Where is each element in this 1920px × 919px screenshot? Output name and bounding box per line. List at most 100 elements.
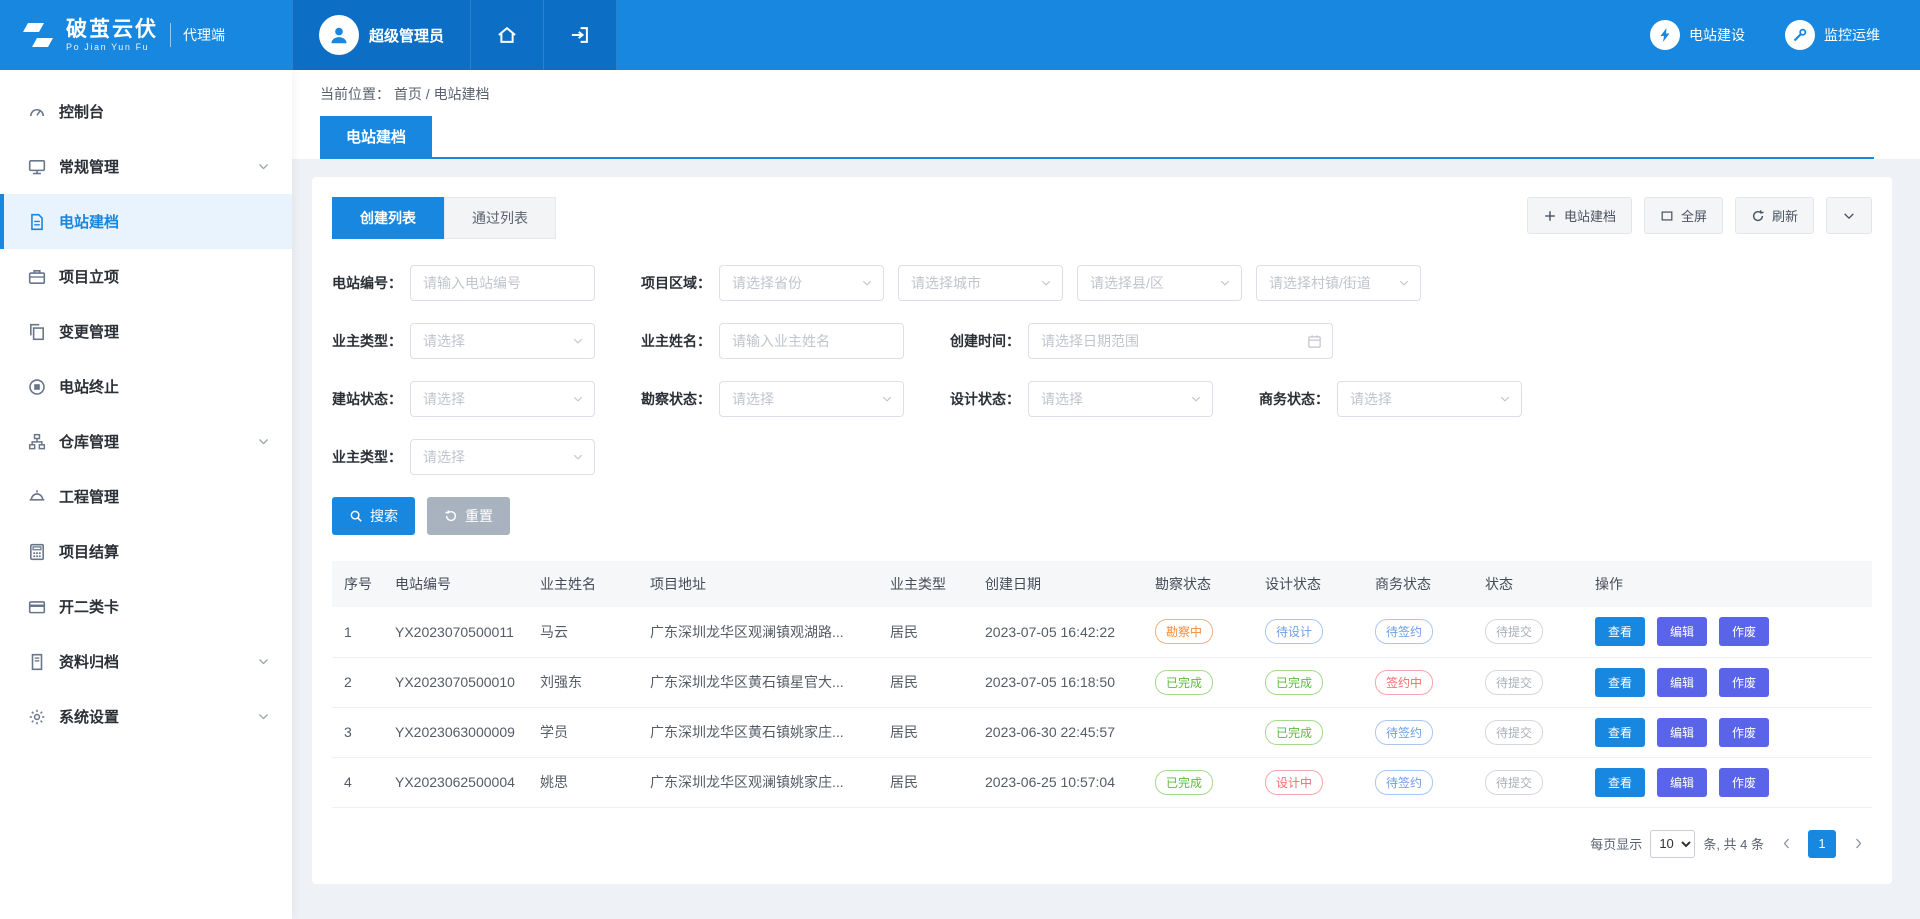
column-header: 业主姓名 bbox=[532, 561, 642, 607]
sidebar-item-project-settlement[interactable]: 项目结算 bbox=[0, 524, 292, 579]
breadcrumb-home-link[interactable]: 首页 bbox=[394, 86, 422, 102]
survey-status-select[interactable]: 请选择 bbox=[719, 381, 904, 417]
gear-icon bbox=[28, 708, 46, 726]
status-badge: 待设计 bbox=[1265, 619, 1323, 644]
owner-type-select[interactable]: 请选择 bbox=[410, 323, 595, 359]
create-station-button[interactable]: 电站建档 bbox=[1527, 197, 1632, 234]
cell-design-status: 待设计 bbox=[1257, 607, 1367, 657]
page-size-select[interactable]: 10 bbox=[1650, 830, 1695, 858]
town-select[interactable]: 请选择村镇/街道 bbox=[1256, 265, 1421, 301]
void-button[interactable]: 作废 bbox=[1719, 768, 1769, 797]
page-tab-station-filing[interactable]: 电站建档 bbox=[320, 116, 432, 157]
cell-no: 2 bbox=[332, 657, 387, 707]
filter-label: 勘察状态： bbox=[641, 389, 711, 409]
view-button[interactable]: 查看 bbox=[1595, 768, 1645, 797]
column-header: 勘察状态 bbox=[1147, 561, 1257, 607]
owner-type-select-2[interactable]: 请选择 bbox=[410, 439, 595, 475]
sidebar-item-label: 变更管理 bbox=[59, 321, 119, 342]
sidebar-item-system-settings[interactable]: 系统设置 bbox=[0, 689, 292, 744]
status-badge: 待提交 bbox=[1485, 619, 1543, 644]
edit-button[interactable]: 编辑 bbox=[1657, 718, 1707, 747]
date-range-input[interactable]: 请选择日期范围 bbox=[1028, 323, 1333, 359]
county-select[interactable]: 请选择县/区 bbox=[1077, 265, 1242, 301]
column-header: 操作 bbox=[1587, 561, 1872, 607]
pagination: 每页显示 10 条, 共 4 条 1 bbox=[332, 830, 1872, 858]
table-row: 4YX2023062500004姚思广东深圳龙华区观澜镇姚家庄...居民2023… bbox=[332, 757, 1872, 807]
view-button[interactable]: 查看 bbox=[1595, 718, 1645, 747]
filter-label: 设计状态： bbox=[950, 389, 1020, 409]
nav-monitor-ops[interactable]: 监控运维 bbox=[1785, 20, 1880, 50]
view-button[interactable]: 查看 bbox=[1595, 617, 1645, 646]
refresh-button[interactable]: 刷新 bbox=[1735, 197, 1814, 234]
cell-actions: 查看编辑作废 bbox=[1587, 657, 1872, 707]
cell-owner: 姚思 bbox=[532, 757, 642, 807]
tab-passed-list[interactable]: 通过列表 bbox=[444, 197, 556, 239]
sidebar-item-change-management[interactable]: 变更管理 bbox=[0, 304, 292, 359]
collapse-button[interactable] bbox=[1826, 197, 1872, 234]
sidebar-item-warehouse-management[interactable]: 仓库管理 bbox=[0, 414, 292, 469]
sidebar-item-station-filing[interactable]: 电站建档 bbox=[0, 194, 292, 249]
design-status-select[interactable]: 请选择 bbox=[1028, 381, 1213, 417]
copy-icon bbox=[28, 323, 46, 341]
filter-owner-type-2: 业主类型： 请选择 bbox=[332, 439, 595, 475]
sidebar-item-general-management[interactable]: 常规管理 bbox=[0, 139, 292, 194]
sidebar-item-label: 常规管理 bbox=[59, 156, 119, 177]
user-menu[interactable]: 超级管理员 bbox=[292, 0, 471, 70]
sidebar-item-engineering-management[interactable]: 工程管理 bbox=[0, 469, 292, 524]
sidebar-item-label: 电站终止 bbox=[59, 376, 119, 397]
prev-page-button[interactable] bbox=[1772, 830, 1800, 858]
void-button[interactable]: 作废 bbox=[1719, 668, 1769, 697]
archive-icon bbox=[28, 653, 46, 671]
home-button[interactable] bbox=[471, 0, 544, 70]
nav-station-build[interactable]: 电站建设 bbox=[1650, 20, 1745, 50]
portal-label: 代理端 bbox=[183, 25, 225, 45]
edit-button[interactable]: 编辑 bbox=[1657, 617, 1707, 646]
cell-no: 4 bbox=[332, 757, 387, 807]
sidebar-menu: 控制台 常规管理 电站建档 项目立项 变更管理 电站终止 仓库管理 工程管理 bbox=[0, 70, 292, 744]
cell-design-status: 设计中 bbox=[1257, 757, 1367, 807]
void-button[interactable]: 作废 bbox=[1719, 617, 1769, 646]
logout-icon bbox=[570, 25, 590, 45]
owner-name-input[interactable] bbox=[719, 323, 904, 359]
sidebar-item-dashboard[interactable]: 控制台 bbox=[0, 84, 292, 139]
table-header-row: 序号电站编号业主姓名项目地址业主类型创建日期勘察状态设计状态商务状态状态操作 bbox=[332, 561, 1872, 607]
per-page-label: 每页显示 bbox=[1590, 834, 1642, 853]
card-icon bbox=[28, 598, 46, 616]
next-page-button[interactable] bbox=[1844, 830, 1872, 858]
filter-label: 商务状态： bbox=[1259, 389, 1329, 409]
cell-business-status: 待签约 bbox=[1367, 607, 1477, 657]
sidebar-item-station-termination[interactable]: 电站终止 bbox=[0, 359, 292, 414]
fullscreen-button[interactable]: 全屏 bbox=[1644, 197, 1723, 234]
cell-address: 广东深圳龙华区观澜镇观湖路... bbox=[642, 607, 882, 657]
cell-owner: 学员 bbox=[532, 707, 642, 757]
void-button[interactable]: 作废 bbox=[1719, 718, 1769, 747]
build-status-select[interactable]: 请选择 bbox=[410, 381, 595, 417]
breadcrumb-current-link[interactable]: 电站建档 bbox=[434, 86, 490, 102]
city-select[interactable]: 请选择城市 bbox=[898, 265, 1063, 301]
edit-button[interactable]: 编辑 bbox=[1657, 668, 1707, 697]
tab-create-list[interactable]: 创建列表 bbox=[332, 197, 444, 239]
column-header: 创建日期 bbox=[977, 561, 1147, 607]
cell-actions: 查看编辑作废 bbox=[1587, 707, 1872, 757]
reset-button[interactable]: 重置 bbox=[427, 497, 510, 535]
province-select[interactable]: 请选择省份 bbox=[719, 265, 884, 301]
reset-icon bbox=[444, 509, 458, 523]
cell-code: YX2023070500011 bbox=[387, 607, 532, 657]
column-header: 序号 bbox=[332, 561, 387, 607]
logo-divider bbox=[170, 23, 171, 47]
logo[interactable]: 破茧云伏 Po Jian Yun Fu 代理端 bbox=[0, 0, 292, 70]
app-subtitle: Po Jian Yun Fu bbox=[66, 42, 158, 52]
page-1-button[interactable]: 1 bbox=[1808, 830, 1836, 858]
sidebar-item-class-two-card[interactable]: 开二类卡 bbox=[0, 579, 292, 634]
view-button[interactable]: 查看 bbox=[1595, 668, 1645, 697]
status-badge: 已完成 bbox=[1265, 720, 1323, 745]
search-button[interactable]: 搜索 bbox=[332, 497, 415, 535]
breadcrumb-prefix: 当前位置： bbox=[320, 86, 390, 102]
business-status-select[interactable]: 请选择 bbox=[1337, 381, 1522, 417]
station-code-input[interactable] bbox=[410, 265, 595, 301]
edit-button[interactable]: 编辑 bbox=[1657, 768, 1707, 797]
sidebar-item-data-archiving[interactable]: 资料归档 bbox=[0, 634, 292, 689]
sidebar-item-project-initiation[interactable]: 项目立项 bbox=[0, 249, 292, 304]
logout-button[interactable] bbox=[544, 0, 617, 70]
filter-label: 业主姓名： bbox=[641, 331, 711, 351]
